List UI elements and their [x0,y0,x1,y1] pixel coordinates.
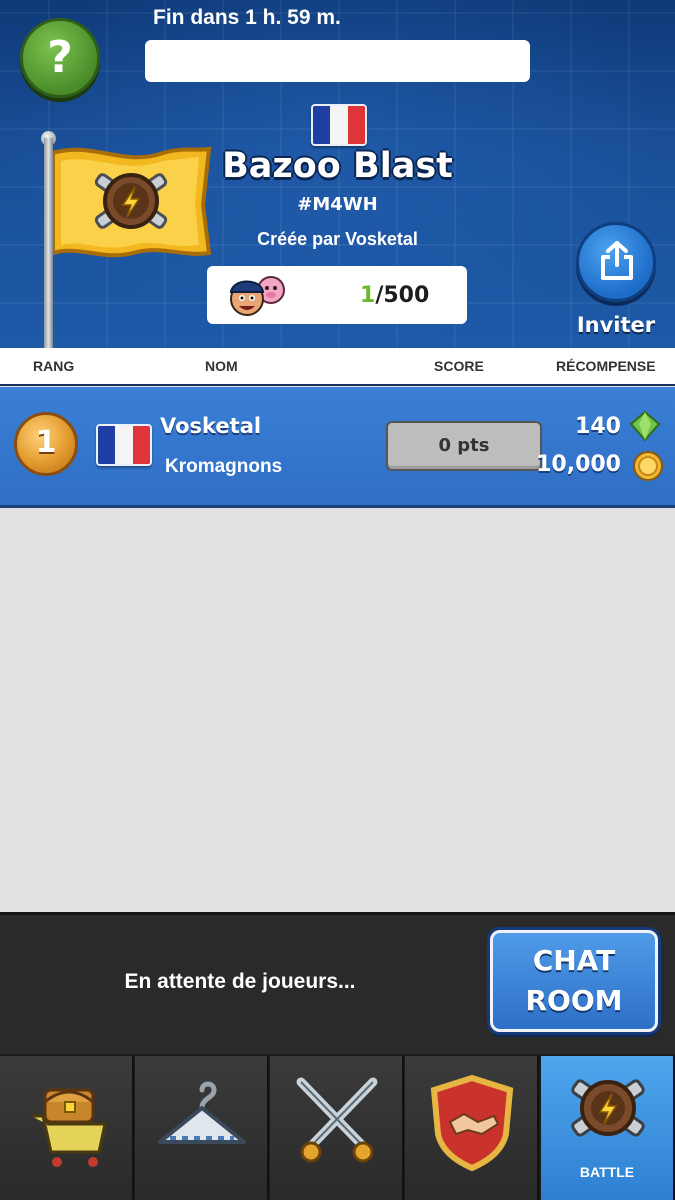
invite-label[interactable]: Inviter [566,313,666,337]
progress-bar [145,40,530,82]
tab-battles[interactable] [270,1056,404,1200]
shop-cart-icon [31,1088,107,1167]
chat-button-line1: CHAT [532,944,616,977]
column-score: SCORE [434,358,484,374]
players-avatar-icon [229,276,285,316]
chat-room-button[interactable]: CHAT ROOM [490,930,658,1032]
leaderboard-column-headers: RANG NOM SCORE RÉCOMPENSE [0,348,675,386]
waiting-status: En attente de joueurs... [124,970,356,993]
tab-shop[interactable] [0,1056,134,1200]
team-country-flag [311,104,367,146]
member-count-max: /500 [375,283,430,308]
chat-button-line2: ROOM [525,984,623,1017]
tab-battle-label: BATTLE [579,1164,635,1180]
flagpole [44,138,53,350]
reward-gems-value: 140 [575,414,621,439]
share-button[interactable] [576,222,656,302]
player-score: 0 pts [386,421,542,471]
hanger-icon [158,1081,246,1144]
player-name[interactable]: Vosketal [160,414,261,438]
column-reward: RÉCOMPENSE [556,358,656,374]
player-team: Kromagnons [165,456,283,477]
rank-medal-icon: 1 [14,412,78,476]
time-remaining: Fin dans 1 h. 59 m. [153,6,341,29]
help-button[interactable]: ? [20,18,100,98]
gem-icon [629,410,661,442]
member-count-current: 1 [360,283,376,308]
reward-coins-value: 10,000 [536,452,621,477]
column-rank: RANG [33,358,75,374]
handshake-shield-icon [430,1074,514,1172]
tab-battle[interactable]: BATTLE [541,1056,675,1200]
player-country-flag [96,424,152,466]
column-name: NOM [205,358,238,374]
crossed-swords-icon [296,1077,378,1163]
battle-emblem-icon [571,1079,645,1137]
team-name: Bazoo Blast [222,146,453,186]
tab-wardrobe[interactable] [135,1056,269,1200]
tab-alliance[interactable] [405,1056,539,1200]
member-count: 1/500 [360,283,429,308]
coin-icon [633,451,663,481]
team-tag: #M4WH [297,194,378,215]
share-icon [601,241,633,280]
team-creator: Créée par Vosketal [257,229,418,249]
